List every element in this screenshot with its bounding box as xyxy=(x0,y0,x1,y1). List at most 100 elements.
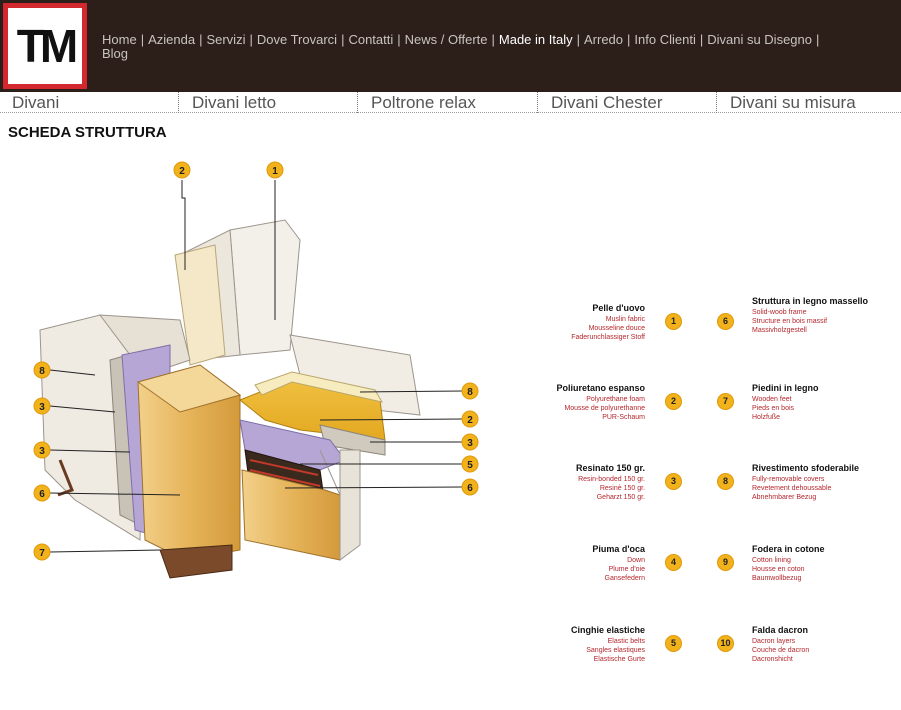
legend-badge-8: 8 xyxy=(717,473,734,490)
category-divani-letto[interactable]: Divani letto xyxy=(178,92,276,113)
nav-separator: | xyxy=(249,32,253,47)
legend-title: Cinghie elastiche xyxy=(570,625,645,635)
nav-item-arredo[interactable]: Arredo xyxy=(584,32,623,47)
legend-badge-2: 2 xyxy=(665,393,682,410)
category-poltrone-relax[interactable]: Poltrone relax xyxy=(357,92,476,113)
legend-item-1: Pelle d'uovo Muslin fabric Mousseline do… xyxy=(515,303,645,342)
legend-sub: Muslin fabric xyxy=(605,316,645,323)
nav-separator: | xyxy=(627,32,631,47)
legend-sub: Sangles elastiques xyxy=(586,647,645,654)
legend-badge-9: 9 xyxy=(717,554,734,571)
legend-title: Poliuretano espanso xyxy=(556,383,645,393)
legend-title: Pelle d'uovo xyxy=(592,303,645,313)
svg-text:2: 2 xyxy=(179,166,185,177)
nav-item-azienda[interactable]: Azienda xyxy=(148,32,195,47)
nav-item-divani-su-disegno[interactable]: Divani su Disegno xyxy=(707,32,812,47)
legend-badge-3: 3 xyxy=(665,473,682,490)
nav-item-news-offerte[interactable]: News / Offerte xyxy=(405,32,488,47)
legend-sub: Resin-bonded 150 gr. xyxy=(578,476,645,483)
legend-badge-7: 7 xyxy=(717,393,734,410)
site-logo[interactable]: TM xyxy=(3,3,87,89)
legend-title: Piuma d'oca xyxy=(592,544,645,554)
nav-separator: | xyxy=(341,32,345,47)
legend-title: Piedini in legno xyxy=(752,383,819,393)
svg-text:3: 3 xyxy=(39,446,45,457)
legend-sub: Abnehmbarer Bezug xyxy=(752,494,817,501)
svg-text:7: 7 xyxy=(39,548,45,559)
legend-badge-6: 6 xyxy=(717,313,734,330)
legend-item-2: Poliuretano espanso Polyurethane foam Mo… xyxy=(515,383,645,422)
nav-item-contatti[interactable]: Contatti xyxy=(348,32,393,47)
logo-text: TM xyxy=(16,20,78,72)
callout-2-top: 2 xyxy=(173,161,191,179)
legend-sub: Resinè 150 gr. xyxy=(599,485,645,492)
legend-item-8: Rivestimento sfoderabile Fully-removable… xyxy=(752,463,882,502)
legend-sub: Dacronshicht xyxy=(752,656,793,663)
legend-sub: Revetement dehoussable xyxy=(752,485,832,492)
svg-text:2: 2 xyxy=(467,415,473,426)
nav-item-info-clienti[interactable]: Info Clienti xyxy=(634,32,695,47)
nav-separator: | xyxy=(199,32,203,47)
legend-item-9: Fodera in cotone Cotton lining Housse en… xyxy=(752,544,882,583)
legend-sub: Elastic belts xyxy=(607,638,645,645)
nav-item-blog[interactable]: Blog xyxy=(102,46,128,61)
svg-text:1: 1 xyxy=(272,166,278,177)
legend-sub: Wooden feet xyxy=(752,396,792,403)
callout-5-right: 5 xyxy=(461,455,479,473)
nav-separator: | xyxy=(699,32,704,47)
legend-title: Rivestimento sfoderabile xyxy=(752,463,860,473)
svg-text:6: 6 xyxy=(39,489,45,500)
callout-6-right: 6 xyxy=(461,478,479,496)
legend-sub: Faderunchlassiger Stoff xyxy=(571,334,645,341)
svg-text:8: 8 xyxy=(39,366,45,377)
legend-sub: Geharzt 150 gr. xyxy=(596,494,645,501)
category-divani-su-misura[interactable]: Divani su misura xyxy=(716,92,856,113)
seat-wood-frame xyxy=(241,469,341,561)
svg-text:8: 8 xyxy=(467,387,473,398)
legend-item-4: Piuma d'oca Down Plume d'oie Gansefedern xyxy=(515,544,645,583)
legend-sub: Pieds en bois xyxy=(752,405,795,412)
legend-badge-1: 1 xyxy=(665,313,682,330)
legend-sub: Housse en coton xyxy=(752,566,805,573)
legend-sub: Elastische Gurte xyxy=(593,656,645,663)
callout-3-left-b: 3 xyxy=(33,441,51,459)
callout-1-top: 1 xyxy=(266,161,284,179)
legend-item-5: Cinghie elastiche Elastic belts Sangles … xyxy=(515,625,645,664)
legend-badge-4: 4 xyxy=(665,554,682,571)
category-divani[interactable]: Divani xyxy=(12,92,59,113)
nav-item-home[interactable]: Home xyxy=(102,32,137,47)
callout-3-right: 3 xyxy=(461,433,479,451)
page-title: SCHEDA STRUTTURA xyxy=(8,124,167,141)
legend-item-10: Falda dacron Dacron layers Couche de dac… xyxy=(752,625,882,664)
svg-text:3: 3 xyxy=(39,402,45,413)
nav-item-dove-trovarci[interactable]: Dove Trovarci xyxy=(257,32,337,47)
legend-sub: Massivholzgestell xyxy=(752,327,807,334)
legend-sub: PUR-Schaum xyxy=(602,414,645,421)
callout-3-left-a: 3 xyxy=(33,397,51,415)
legend-sub: Holzfuße xyxy=(752,414,781,421)
svg-text:5: 5 xyxy=(467,460,473,471)
category-bar: Divani Divani letto Poltrone relax Divan… xyxy=(0,92,901,113)
nav-item-servizi[interactable]: Servizi xyxy=(206,32,245,47)
legend-sub: Baumwollbezug xyxy=(752,575,802,582)
legend-sub: Mousse de polyurethanne xyxy=(564,405,645,412)
callout-8-right: 8 xyxy=(461,382,479,400)
nav-item-made-in-italy[interactable]: Made in Italy xyxy=(499,32,573,47)
nav-separator: | xyxy=(397,32,401,47)
legend-item-7: Piedini in legno Wooden feet Pieds en bo… xyxy=(752,383,882,422)
legend-sub: Mousseline douce xyxy=(588,325,645,332)
legend-sub: Solid-woob frame xyxy=(752,309,807,316)
legend-sub: Polyurethane foam xyxy=(586,396,645,403)
legend-title: Resinato 150 gr. xyxy=(575,463,645,473)
callout-8-left: 8 xyxy=(33,361,51,379)
legend-sub: Couche de dacron xyxy=(752,647,810,654)
legend-item-3: Resinato 150 gr. Resin-bonded 150 gr. Re… xyxy=(515,463,645,502)
legend-sub: Down xyxy=(627,557,645,564)
category-divani-chester[interactable]: Divani Chester xyxy=(537,92,663,113)
main-nav: Home | Azienda | Servizi | Dove Trovarci | Conta… xyxy=(102,33,892,61)
site-header: TM Home | Azienda | Servizi | Dove Trovarci | Co… xyxy=(0,0,901,92)
wooden-foot xyxy=(159,544,233,579)
logo-inner: TM xyxy=(8,8,82,84)
svg-text:6: 6 xyxy=(467,483,473,494)
legend-sub: Plume d'oie xyxy=(608,566,645,573)
